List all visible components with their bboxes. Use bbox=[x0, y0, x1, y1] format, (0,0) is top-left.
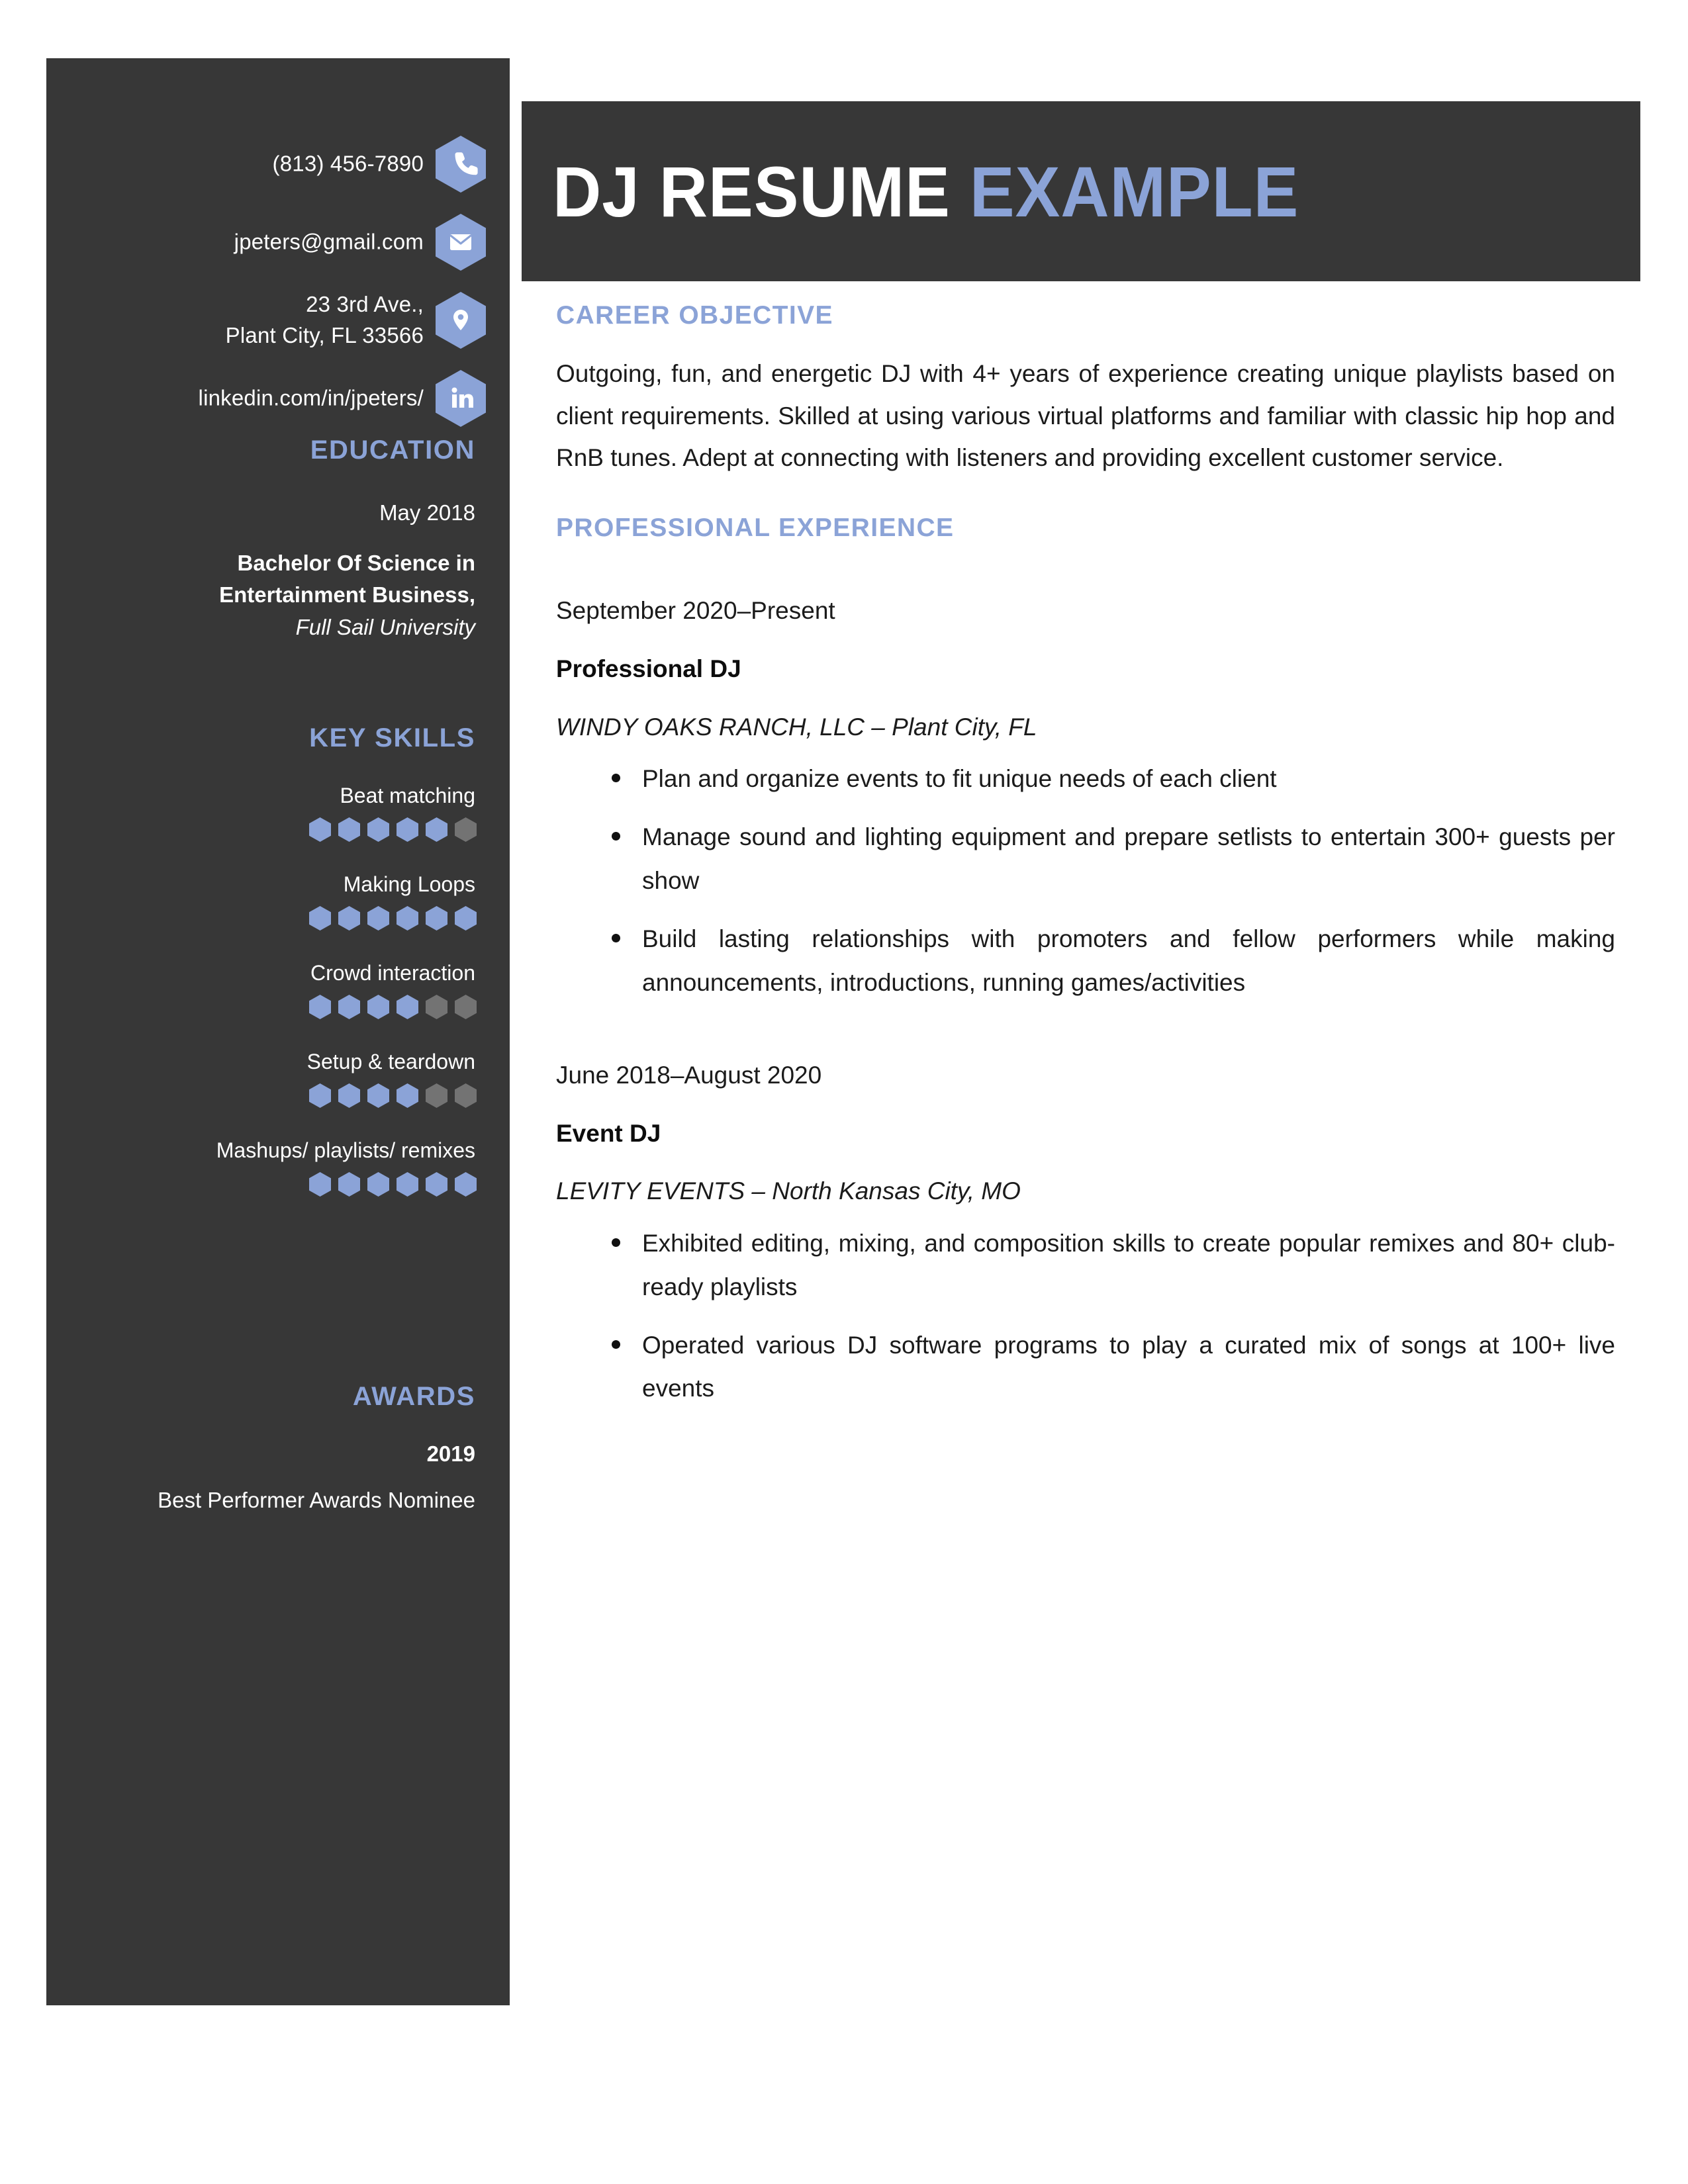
job-bullet: Exhibited editing, mixing, and compositi… bbox=[608, 1222, 1615, 1309]
education-heading: EDUCATION bbox=[310, 435, 475, 465]
contact-list: (813) 456-7890 jpeters@gmail.com 23 3rd … bbox=[46, 131, 510, 443]
contact-item-email[interactable]: jpeters@gmail.com bbox=[46, 209, 510, 275]
awards-heading: AWARDS bbox=[352, 1382, 475, 1411]
skill-item: Setup & teardown bbox=[46, 1050, 510, 1108]
map-pin-icon bbox=[436, 292, 486, 349]
linkedin-url: linkedin.com/in/jpeters/ bbox=[198, 385, 424, 410]
awards-section: AWARDS 2019 Best Performer Awards Nomine… bbox=[46, 1382, 510, 1516]
skill-rating-dots bbox=[46, 1083, 510, 1108]
skill-rating-dots bbox=[46, 1172, 510, 1197]
street-address: 23 3rd Ave., Plant City, FL 33566 bbox=[225, 292, 424, 347]
education-degree-line2: Entertainment Business, bbox=[219, 582, 475, 608]
hexagon-dot bbox=[397, 817, 418, 842]
skill-rating-dots bbox=[46, 906, 510, 931]
hexagon-dot bbox=[397, 995, 418, 1019]
title-accent: EXAMPLE bbox=[969, 151, 1299, 232]
hexagon-dot bbox=[338, 1172, 360, 1197]
job-bullet: Manage sound and lighting equipment and … bbox=[608, 815, 1615, 903]
hexagon-dot bbox=[309, 1172, 331, 1197]
skill-item: Making Loops bbox=[46, 872, 510, 931]
job-date: June 2018–August 2020 bbox=[556, 1061, 822, 1089]
education-section: EDUCATION May 2018 Bachelor Of Science i… bbox=[46, 435, 510, 643]
hexagon-dot bbox=[338, 906, 360, 931]
hexagon-dot bbox=[338, 995, 360, 1019]
hexagon-dot bbox=[367, 1172, 389, 1197]
hexagon-dot bbox=[309, 995, 331, 1019]
job-bullet-list: Plan and organize events to fit unique n… bbox=[556, 757, 1615, 1004]
skill-label: Beat matching bbox=[340, 784, 475, 807]
award-title: Best Performer Awards Nominee bbox=[158, 1488, 475, 1513]
professional-experience-section: PROFESSIONAL EXPERIENCE September 2020–P… bbox=[556, 514, 1615, 1410]
hexagon-dot bbox=[309, 1083, 331, 1108]
job-company: LEVITY EVENTS – North Kansas City, MO bbox=[556, 1177, 1021, 1205]
job-bullet-list: Exhibited editing, mixing, and compositi… bbox=[556, 1222, 1615, 1410]
hexagon-dot bbox=[455, 817, 477, 842]
email-address: jpeters@gmail.com bbox=[234, 229, 424, 254]
job-bullet: Build lasting relationships with promote… bbox=[608, 917, 1615, 1005]
hexagon-dot bbox=[367, 1083, 389, 1108]
key-skills-heading: KEY SKILLS bbox=[309, 723, 475, 752]
job-title: Event DJ bbox=[556, 1119, 661, 1147]
hexagon-dot bbox=[426, 1083, 447, 1108]
contact-item-address[interactable]: 23 3rd Ave., Plant City, FL 33566 bbox=[46, 287, 510, 353]
phone-icon bbox=[436, 136, 486, 193]
job-company: WINDY OAKS RANCH, LLC – Plant City, FL bbox=[556, 713, 1037, 741]
phone-number: (813) 456-7890 bbox=[272, 151, 424, 176]
key-skills-section: KEY SKILLS Beat matching Making Loops Cr… bbox=[46, 723, 510, 1197]
page-title: DJ RESUME EXAMPLE bbox=[522, 150, 1299, 233]
hexagon-dot bbox=[455, 906, 477, 931]
hexagon-dot bbox=[367, 995, 389, 1019]
hexagon-dot bbox=[455, 1172, 477, 1197]
hexagon-dot bbox=[426, 906, 447, 931]
education-degree-line1: Bachelor Of Science in bbox=[237, 551, 475, 576]
job-entry: June 2018–August 2020 Event DJ LEVITY EV… bbox=[556, 1056, 1615, 1411]
skill-label: Crowd interaction bbox=[310, 961, 475, 985]
skill-rating-dots bbox=[46, 995, 510, 1019]
hexagon-dot bbox=[367, 817, 389, 842]
skill-label: Setup & teardown bbox=[306, 1050, 475, 1073]
linkedin-icon bbox=[436, 370, 486, 427]
skill-item: Mashups/ playlists/ remixes bbox=[46, 1138, 510, 1197]
hexagon-dot bbox=[309, 817, 331, 842]
hexagon-dot bbox=[397, 906, 418, 931]
hexagon-dot bbox=[309, 906, 331, 931]
hexagon-dot bbox=[426, 1172, 447, 1197]
job-title: Professional DJ bbox=[556, 655, 741, 683]
contact-item-linkedin[interactable]: linkedin.com/in/jpeters/ bbox=[46, 365, 510, 432]
title-primary: DJ RESUME bbox=[553, 151, 970, 232]
hexagon-dot bbox=[397, 1172, 418, 1197]
skill-item: Beat matching bbox=[46, 784, 510, 842]
hexagon-dot bbox=[338, 817, 360, 842]
job-bullet: Plan and organize events to fit unique n… bbox=[608, 757, 1615, 801]
career-objective-section: CAREER OBJECTIVE Outgoing, fun, and ener… bbox=[556, 301, 1615, 479]
job-bullet: Operated various DJ software programs to… bbox=[608, 1324, 1615, 1411]
header-bar: DJ RESUME EXAMPLE bbox=[522, 101, 1640, 281]
education-school: Full Sail University bbox=[295, 614, 475, 639]
job-entry: September 2020–Present Professional DJ W… bbox=[556, 592, 1615, 1005]
sidebar-panel: (813) 456-7890 jpeters@gmail.com 23 3rd … bbox=[46, 58, 510, 2005]
hexagon-dot bbox=[455, 995, 477, 1019]
skill-label: Making Loops bbox=[343, 872, 475, 896]
skill-item: Crowd interaction bbox=[46, 961, 510, 1019]
skill-label: Mashups/ playlists/ remixes bbox=[216, 1138, 475, 1162]
envelope-icon bbox=[436, 214, 486, 271]
contact-item-phone[interactable]: (813) 456-7890 bbox=[46, 131, 510, 197]
career-objective-heading: CAREER OBJECTIVE bbox=[556, 301, 833, 330]
hexagon-dot bbox=[338, 1083, 360, 1108]
career-objective-body: Outgoing, fun, and energetic DJ with 4+ … bbox=[556, 360, 1615, 472]
job-date: September 2020–Present bbox=[556, 596, 835, 624]
hexagon-dot bbox=[367, 906, 389, 931]
skill-rating-dots bbox=[46, 817, 510, 842]
hexagon-dot bbox=[397, 1083, 418, 1108]
hexagon-dot bbox=[426, 995, 447, 1019]
award-year: 2019 bbox=[426, 1441, 475, 1466]
hexagon-dot bbox=[426, 817, 447, 842]
education-date: May 2018 bbox=[379, 500, 475, 525]
hexagon-dot bbox=[455, 1083, 477, 1108]
main-content: CAREER OBJECTIVE Outgoing, fun, and ener… bbox=[556, 301, 1615, 1425]
professional-experience-heading: PROFESSIONAL EXPERIENCE bbox=[556, 513, 955, 542]
